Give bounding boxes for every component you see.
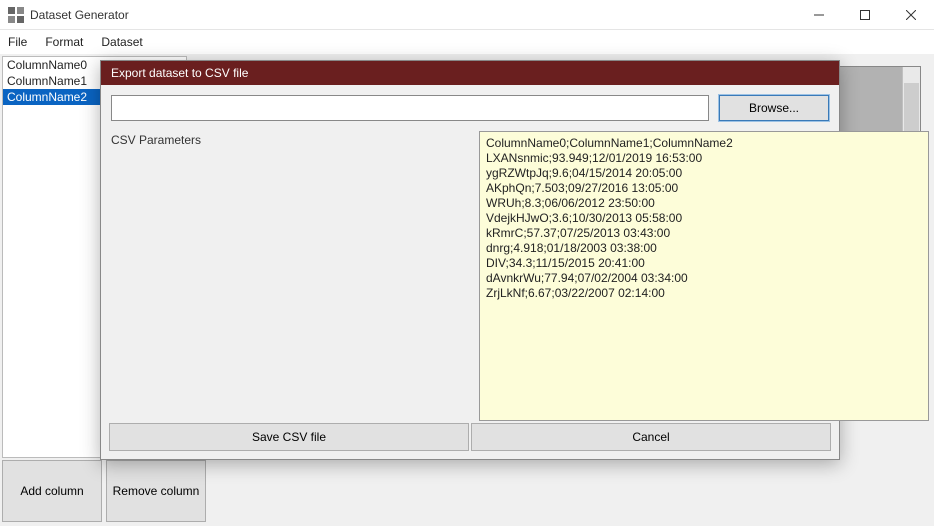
menu-file[interactable]: File xyxy=(8,35,27,49)
menu-dataset[interactable]: Dataset xyxy=(101,35,142,49)
close-button[interactable] xyxy=(888,0,934,30)
app-icon xyxy=(8,7,24,23)
export-csv-dialog: Export dataset to CSV file Browse... CSV… xyxy=(100,60,840,460)
save-csv-button[interactable]: Save CSV file xyxy=(109,423,469,451)
csv-preview[interactable]: ColumnName0;ColumnName1;ColumnName2 LXAN… xyxy=(479,131,929,421)
file-path-input[interactable] xyxy=(111,95,709,121)
browse-button[interactable]: Browse... xyxy=(719,95,829,121)
menu-format[interactable]: Format xyxy=(45,35,83,49)
window-title: Dataset Generator xyxy=(30,8,796,22)
title-bar: Dataset Generator xyxy=(0,0,934,30)
minimize-button[interactable] xyxy=(796,0,842,30)
csv-parameters-label: CSV Parameters xyxy=(111,133,201,147)
menu-bar: File Format Dataset xyxy=(0,30,934,54)
remove-column-button[interactable]: Remove column xyxy=(106,460,206,522)
add-column-button[interactable]: Add column xyxy=(2,460,102,522)
dialog-title: Export dataset to CSV file xyxy=(101,61,839,85)
cancel-button[interactable]: Cancel xyxy=(471,423,831,451)
maximize-button[interactable] xyxy=(842,0,888,30)
